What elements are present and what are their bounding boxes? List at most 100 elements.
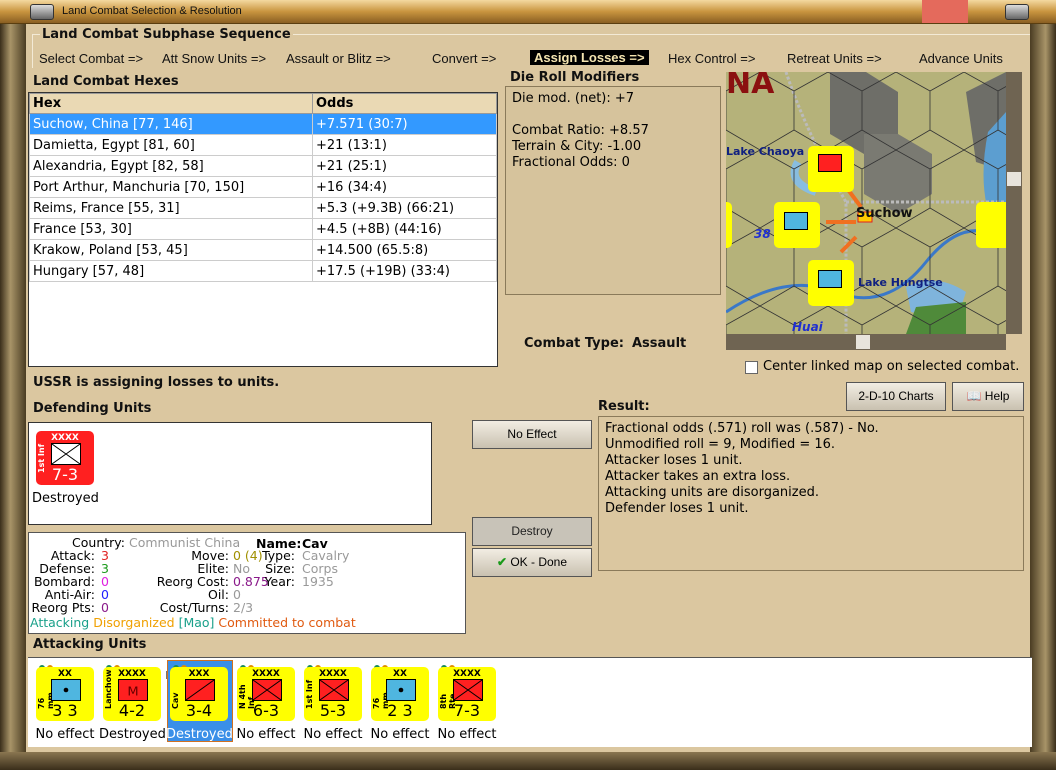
unit-status-dots (39, 660, 57, 671)
unit-result: No effect (303, 727, 363, 742)
hex-odds: +5.3 (+9.3B) (66:21) (312, 197, 497, 219)
col-odds[interactable]: Odds (312, 93, 497, 114)
unit-status-dots (307, 660, 325, 671)
destroy-button[interactable]: Destroy (472, 517, 592, 546)
unit-result: No effect (35, 727, 95, 742)
hex-name: Reims, France [55, 31] (29, 197, 313, 219)
defending-units-box: XXXX 1st Inf 7-3 Destroyed (28, 422, 432, 525)
hex-name: Suchow, China [77, 146] (29, 113, 313, 135)
frame-right (1030, 24, 1056, 770)
map-counter[interactable] (774, 202, 820, 248)
unit-info-panel: Country: Communist China Name: Cav Attac… (28, 532, 466, 634)
hex-row[interactable]: Hungary [57, 48] +17.5 (+19B) (33:4) (29, 260, 497, 282)
scroll-thumb[interactable] (856, 335, 870, 349)
charts-button[interactable]: 2-D-10 Charts (846, 382, 946, 411)
unit-result: No effect (236, 727, 296, 742)
step-assault: Assault or Blitz => (286, 51, 391, 66)
defending-title: Defending Units (33, 401, 152, 416)
map-label: Suchow (856, 206, 913, 221)
result-line: Attacker takes an extra loss. (605, 469, 791, 484)
status-committed: Committed to combat (218, 615, 356, 630)
map-counter[interactable] (808, 146, 854, 192)
col-hex[interactable]: Hex (29, 93, 313, 114)
hex-row[interactable]: Damietta, Egypt [81, 60] +21 (13:1) (29, 134, 497, 156)
unit-status-dots (441, 660, 459, 671)
hexes-title: Land Combat Hexes (33, 74, 179, 89)
hex-odds: +21 (25:1) (312, 155, 497, 177)
hex-row[interactable]: France [53, 30] +4.5 (+8B) (44:16) (29, 218, 497, 240)
infantry-icon (51, 443, 81, 465)
infantry-icon (453, 679, 483, 701)
artillery-icon (386, 679, 416, 701)
unit-strength: 5-3 (319, 701, 347, 720)
attacking-unit-counter[interactable]: XXXX 8th Rte 7-3 (438, 667, 496, 721)
close-button[interactable] (922, 0, 968, 23)
ok-done-button[interactable]: ✔ OK - Done (472, 548, 592, 577)
unit-strength: 2 3 (387, 701, 413, 720)
combat-type-value: Assault (632, 336, 687, 351)
window-menu-icon[interactable] (30, 4, 54, 20)
die-line: Fractional Odds: 0 (512, 155, 630, 170)
map-counter[interactable] (726, 202, 732, 248)
scroll-thumb[interactable] (1007, 172, 1021, 186)
defending-unit-counter[interactable]: XXXX 1st Inf 7-3 (36, 431, 94, 485)
hex-odds: +4.5 (+8B) (44:16) (312, 218, 497, 240)
map-label: NA (726, 72, 775, 101)
result-title: Result: (598, 399, 650, 414)
step-select-combat: Select Combat => (39, 51, 144, 66)
die-roll-title: Die Roll Modifiers (510, 70, 640, 85)
attacking-unit-counter[interactable]: XX 76 mm 3 3 (36, 667, 94, 721)
linked-map[interactable]: NA Lake Chaoya Suchow 38 Lake Hungtse Hu… (726, 72, 1006, 334)
unit-size: XXXX (252, 669, 280, 679)
result-line: Fractional odds (.571) roll was (.587) -… (605, 421, 879, 436)
unit-strength: 6-3 (252, 701, 280, 720)
hex-row[interactable]: Port Arthur, Manchuria [70, 150] +16 (34:… (29, 176, 497, 198)
map-label: Lake Chaoya (726, 145, 805, 158)
unit-size: XXX (188, 669, 210, 679)
window-title: Land Combat Selection & Resolution (62, 5, 242, 17)
attacking-unit-counter[interactable]: XX 76 mm 2 3 (371, 667, 429, 721)
hex-odds: +16 (34:4) (312, 176, 497, 198)
map-counter[interactable] (976, 202, 1006, 248)
hex-row[interactable]: Alexandria, Egypt [82, 58] +21 (25:1) (29, 155, 497, 177)
hex-row[interactable]: Krakow, Poland [53, 45] +14.500 (65.5:8) (29, 239, 497, 261)
map-canvas (726, 72, 1006, 334)
unit-result: Destroyed (99, 727, 166, 742)
unit-size: XX (393, 669, 407, 679)
reorgpts-value: 0 (101, 600, 109, 615)
infantry-icon (185, 679, 215, 701)
map-label: Huai (792, 320, 823, 334)
map-label: Lake Hungtse (858, 276, 943, 289)
hex-name: Krakow, Poland [53, 45] (29, 239, 313, 261)
ok-done-label: OK - Done (510, 555, 568, 569)
unit-strength: 3 3 (52, 701, 78, 720)
hex-row[interactable]: Suchow, China [77, 146] +7.571 (30:7) (29, 113, 497, 135)
hex-name: France [53, 30] (29, 218, 313, 240)
hex-row[interactable]: Reims, France [55, 31] +5.3 (+9.3B) (66:2… (29, 197, 497, 219)
help-book-icon: 📖 (966, 389, 982, 403)
map-horizontal-scrollbar[interactable] (726, 334, 1006, 350)
map-vertical-scrollbar[interactable] (1006, 72, 1022, 334)
hex-name: Port Arthur, Manchuria [70, 150] (29, 176, 313, 198)
unit-status-dots (374, 660, 392, 671)
status-leader: [Mao] (178, 615, 215, 630)
infantry-icon: M (118, 679, 148, 701)
attacking-unit-counter[interactable]: XXXX 1st Inf 5-3 (304, 667, 362, 721)
hex-name: Hungary [57, 48] (29, 260, 313, 282)
attacking-unit-counter[interactable]: XXX Cav 3-4 (170, 667, 228, 721)
unit-size: XX (58, 669, 72, 679)
center-map-checkbox[interactable] (745, 361, 758, 374)
minimize-icon[interactable] (1005, 4, 1029, 20)
unit-strength: 4-2 (118, 701, 146, 720)
attacking-unit-counter[interactable]: XXXX Lanchow M R 4-2 (103, 667, 173, 721)
attacking-unit-counter[interactable]: XXXX N 4th Inf 6-3 (237, 667, 295, 721)
result-box: Fractional odds (.571) roll was (.587) -… (598, 416, 1024, 571)
no-effect-button[interactable]: No Effect (472, 420, 592, 449)
svg-text:M: M (127, 685, 138, 700)
map-counter[interactable] (808, 260, 854, 306)
hex-odds: +7.571 (30:7) (312, 113, 497, 135)
help-button[interactable]: 📖 Help (952, 382, 1024, 411)
hex-odds: +21 (13:1) (312, 134, 497, 156)
step-retreat: Retreat Units => (787, 51, 882, 66)
result-line: Attacker loses 1 unit. (605, 453, 743, 468)
